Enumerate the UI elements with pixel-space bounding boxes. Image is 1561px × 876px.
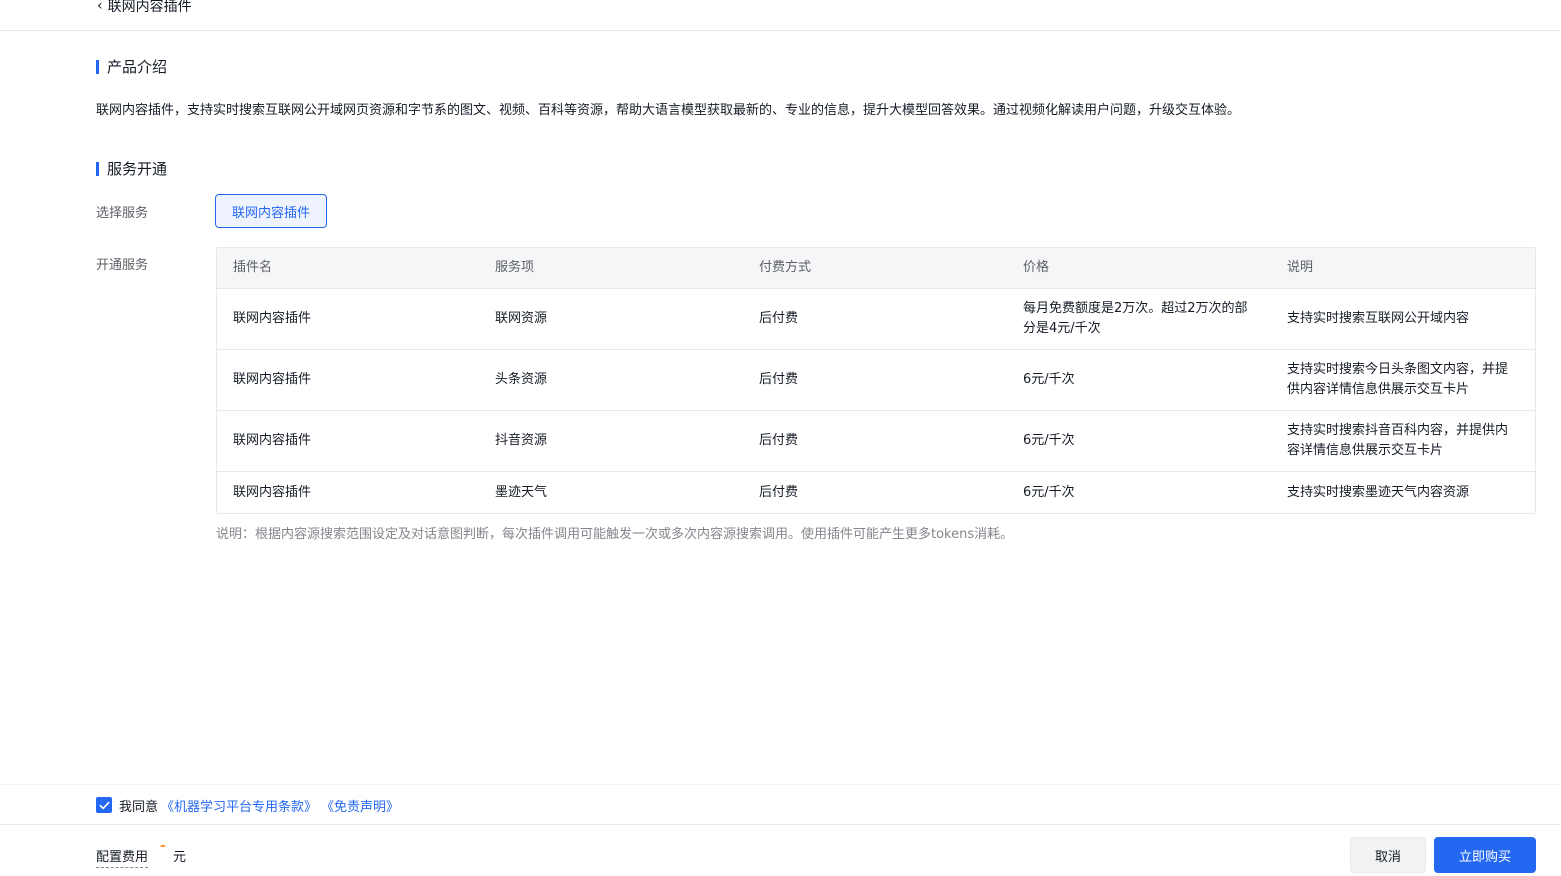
service-note: 说明：根据内容源搜索范围设定及对话意图判断，每次插件调用可能触发一次或多次内容源…	[216, 527, 1014, 542]
cost-unit: 元	[173, 850, 187, 865]
table-header-cell: 插件名	[233, 260, 273, 275]
table-cell: 后付费	[759, 311, 799, 326]
buy-now-button[interactable]: 立即购买	[1434, 837, 1536, 873]
table-cell: 联网内容插件	[233, 433, 312, 448]
table-row: 联网内容插件 墨迹天气 后付费 6元/千次 支持实时搜索墨迹天气内容资源	[217, 472, 1535, 513]
section-title-text: 产品介绍	[107, 58, 168, 76]
table-cell: 联网内容插件	[233, 484, 312, 500]
top-bar: ‹ 联网内容插件	[0, 0, 1561, 31]
cost-label[interactable]: 配置费用	[96, 846, 149, 868]
chevron-left-icon: ‹	[97, 0, 103, 14]
table-header-cell: 说明	[1287, 260, 1314, 275]
table-cell: 支持实时搜索今日头条图文内容，并提供内容详情信息供展示交互卡片	[1287, 362, 1509, 397]
terms-link[interactable]: 《机器学习平台专用条款》	[161, 796, 317, 815]
table-cell: 抖音资源	[495, 433, 548, 448]
table-cell: 后付费	[759, 372, 799, 387]
section-accent-bar	[96, 59, 99, 74]
table-cell: 头条资源	[495, 372, 548, 387]
cost-value: -	[160, 838, 166, 854]
open-service-label: 开通服务	[96, 258, 149, 273]
table-cell: 后付费	[759, 484, 799, 500]
section-accent-bar	[96, 161, 99, 176]
select-service-label: 选择服务	[96, 206, 149, 221]
agreement-bar: 我同意 《机器学习平台专用条款》 《免责声明》	[0, 784, 1561, 825]
table-cell: 墨迹天气	[495, 484, 548, 500]
table-cell: 6元/千次	[1023, 433, 1075, 448]
back-button[interactable]: ‹ 联网内容插件	[97, 0, 192, 16]
table-row: 联网内容插件 抖音资源 后付费 6元/千次 支持实时搜索抖音百科内容，并提供内容…	[217, 411, 1535, 472]
table-header-row: 插件名 服务项 付费方式 价格 说明	[217, 248, 1535, 289]
page-title: 联网内容插件	[107, 0, 192, 15]
agree-checkbox[interactable]	[96, 797, 112, 813]
table-header-cell: 价格	[1023, 260, 1050, 275]
section-title-text: 服务开通	[107, 160, 168, 178]
table-cell: 每月免费额度是2万次。超过2万次的部分是4元/千次	[1023, 301, 1248, 336]
service-table: 插件名 服务项 付费方式 价格 说明 联网内容插件 联网资源 后付费 每月免费额…	[216, 247, 1536, 514]
section-title-product-intro: 产品介绍	[96, 56, 167, 77]
table-cell: 联网内容插件	[233, 372, 312, 387]
table-cell: 支持实时搜索互联网公开域内容	[1287, 311, 1470, 326]
cancel-button[interactable]: 取消	[1350, 837, 1426, 873]
product-intro-text: 联网内容插件，支持实时搜索互联网公开域网页资源和字节系的图文、视频、百科等资源，…	[96, 103, 1241, 118]
table-cell: 联网资源	[495, 311, 548, 326]
table-cell: 联网内容插件	[233, 311, 312, 326]
check-icon	[99, 801, 109, 809]
table-cell: 支持实时搜索墨迹天气内容资源	[1287, 484, 1470, 500]
table-cell: 支持实时搜索抖音百科内容，并提供内容详情信息供展示交互卡片	[1287, 423, 1509, 458]
table-row: 联网内容插件 联网资源 后付费 每月免费额度是2万次。超过2万次的部分是4元/千…	[217, 289, 1535, 350]
section-title-service: 服务开通	[96, 158, 167, 179]
table-cell: 6元/千次	[1023, 484, 1075, 500]
table-cell: 6元/千次	[1023, 372, 1075, 387]
service-option-chip[interactable]: 联网内容插件	[215, 194, 327, 228]
table-header-cell: 服务项	[495, 260, 535, 275]
disclaimer-link[interactable]: 《免责声明》	[321, 796, 399, 815]
agree-prefix: 我同意	[119, 800, 159, 815]
table-row: 联网内容插件 头条资源 后付费 6元/千次 支持实时搜索今日头条图文内容，并提供…	[217, 350, 1535, 411]
table-cell: 后付费	[759, 433, 799, 448]
table-header-cell: 付费方式	[759, 260, 812, 275]
